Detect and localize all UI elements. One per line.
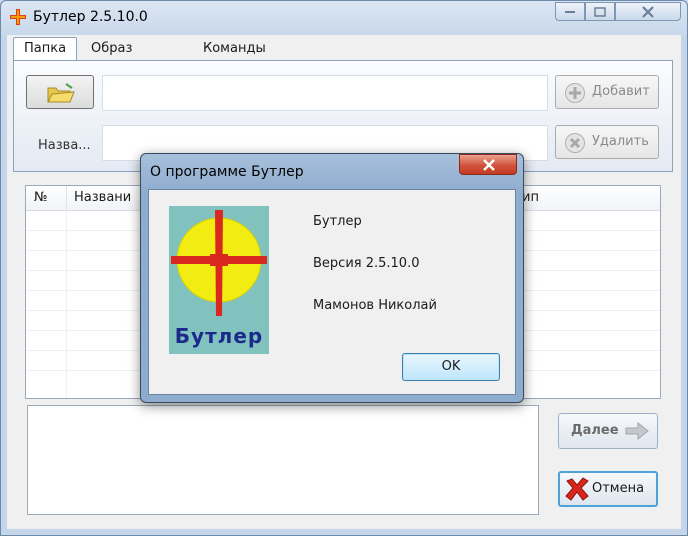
- folder-icon: [47, 83, 75, 103]
- folder-path-input[interactable]: [102, 75, 548, 111]
- column-separator: [66, 186, 67, 210]
- title-bar[interactable]: Бутлер 2.5.10.0: [1, 1, 687, 35]
- butler-cross-logo-icon: [171, 210, 267, 316]
- add-button-label: Добавит: [592, 84, 650, 99]
- delete-button-label: Удалить: [592, 134, 649, 149]
- add-icon: [565, 83, 585, 103]
- delete-icon: [565, 133, 585, 153]
- cancel-button-label: Отмена: [592, 481, 645, 496]
- close-icon: [483, 159, 495, 171]
- about-dialog-title: О программе Бутлер: [150, 164, 304, 180]
- maximize-icon: [594, 6, 606, 17]
- about-dialog-body: Бутлер Бутлер Версия 2.5.10.0 Мамонов Ни…: [148, 189, 516, 395]
- window-title: Бутлер 2.5.10.0: [33, 9, 148, 25]
- column-number[interactable]: №: [34, 190, 48, 205]
- version-text: Версия 2.5.10.0: [313, 256, 420, 271]
- ok-button[interactable]: OK: [402, 353, 500, 381]
- browse-folder-button[interactable]: [26, 75, 94, 109]
- arrow-right-icon: [625, 421, 649, 441]
- next-button[interactable]: Далее: [558, 413, 658, 449]
- logo-text: Бутлер: [174, 324, 264, 348]
- author-text: Мамонов Николай: [313, 298, 437, 313]
- cancel-button[interactable]: Отмена: [558, 471, 658, 507]
- product-name: Бутлер: [313, 214, 362, 229]
- close-button[interactable]: [615, 2, 681, 21]
- tab-folder[interactable]: Папка: [13, 37, 78, 60]
- about-dialog: О программе Бутлер Бутлер Бутлер Версия …: [140, 153, 524, 403]
- column-name[interactable]: Названи: [74, 190, 131, 205]
- red-x-icon: [565, 477, 589, 501]
- minimize-button[interactable]: [555, 2, 585, 21]
- tab-commands[interactable]: Команды: [193, 38, 276, 59]
- next-button-label: Далее: [571, 423, 619, 438]
- column-type[interactable]: ип: [522, 190, 539, 205]
- log-textbox[interactable]: [27, 405, 539, 515]
- app-cross-icon: [9, 8, 27, 26]
- name-label: Назва...: [38, 138, 91, 153]
- butler-logo: Бутлер: [169, 206, 269, 354]
- maximize-button[interactable]: [585, 2, 615, 21]
- tab-disk-image[interactable]: Образ диска: [81, 38, 142, 77]
- close-icon: [642, 5, 654, 18]
- minimize-icon: [565, 10, 575, 13]
- about-close-button[interactable]: [459, 154, 517, 175]
- column-separator: [660, 186, 661, 210]
- add-button[interactable]: Добавит: [555, 75, 659, 109]
- delete-button[interactable]: Удалить: [555, 125, 659, 159]
